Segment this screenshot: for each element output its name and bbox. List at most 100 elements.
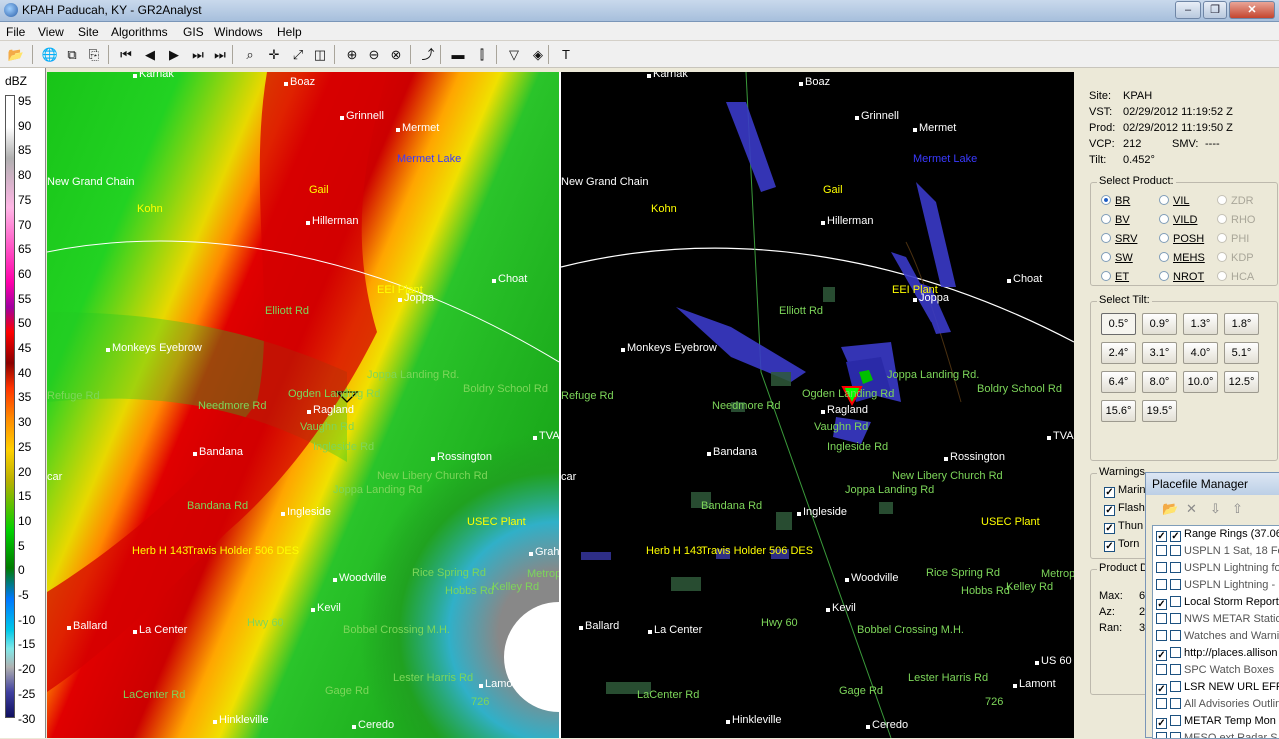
placefile-row[interactable]: ✓ METAR Temp Mon (1156, 715, 1276, 732)
placefile-row[interactable]: ✓ http://places.allison (1156, 647, 1278, 664)
product-radio-posh[interactable]: POSH (1159, 233, 1204, 245)
cross-section-icon[interactable]: ⤴ (418, 45, 438, 64)
placefile-visible-checkbox[interactable] (1170, 630, 1181, 641)
menu-file[interactable]: File (6, 25, 25, 39)
text-icon[interactable]: T (556, 45, 576, 64)
tilt-button[interactable]: 0.9° (1142, 313, 1177, 335)
placefile-visible-checkbox[interactable] (1170, 664, 1181, 675)
placefile-enable-checkbox[interactable]: ✓ (1156, 684, 1167, 695)
radio-circle[interactable] (1159, 195, 1169, 205)
pan-icon[interactable]: ✛ (264, 45, 284, 64)
zoom-icon[interactable]: ⌕ (240, 45, 260, 64)
product-radio-sw[interactable]: SW (1101, 252, 1133, 264)
product-radio-mehs[interactable]: MEHS (1159, 252, 1205, 264)
storm-motion-icon[interactable]: ▬ (448, 45, 468, 64)
placefile-row[interactable]: USPLN 1 Sat, 18 Fe (1156, 545, 1279, 562)
placefile-row[interactable]: ✓ ✓ Range Rings (37.06 (1156, 528, 1279, 545)
placefile-manager-window[interactable]: Placefile Manager 📂 ✕ ⇩ ⇧ ✓ ✓ Range Rings … (1145, 472, 1279, 739)
placefile-enable-checkbox[interactable] (1156, 579, 1167, 590)
globe-icon[interactable]: 🌐 (40, 45, 60, 64)
placefile-enable-checkbox[interactable]: ✓ (1156, 531, 1167, 542)
warning-checkbox-row[interactable]: ✓ Flash (1104, 502, 1145, 516)
remove-placefile-icon[interactable]: ✕ (1186, 501, 1197, 517)
placefile-row[interactable]: SPC Watch Boxes (1156, 664, 1274, 681)
placefile-enable-checkbox[interactable] (1156, 698, 1167, 709)
placefile-visible-checkbox[interactable] (1170, 613, 1181, 624)
placefile-enable-checkbox[interactable] (1156, 630, 1167, 641)
measure-icon[interactable]: ⤢ (288, 45, 308, 64)
radio-circle[interactable] (1101, 233, 1111, 243)
placefile-row[interactable]: ✓ LSR NEW URL EFF (1156, 681, 1279, 698)
next-frame-icon[interactable]: ⏭ (188, 45, 208, 64)
cube-icon[interactable]: ◫ (310, 45, 330, 64)
tilt-button[interactable]: 1.8° (1224, 313, 1259, 335)
radio-circle[interactable] (1101, 195, 1111, 205)
radio-circle[interactable] (1159, 214, 1169, 224)
tilt-button[interactable]: 15.6° (1101, 400, 1136, 422)
menu-site[interactable]: Site (78, 25, 99, 39)
placefile-row[interactable]: Watches and Warni (1156, 630, 1279, 647)
split-icon[interactable]: ⫿ (472, 45, 492, 64)
placefile-visible-checkbox[interactable] (1170, 698, 1181, 709)
placefile-visible-checkbox[interactable] (1170, 715, 1181, 726)
tilt-button[interactable]: 19.5° (1142, 400, 1177, 422)
last-frame-icon[interactable]: ⏭ (210, 45, 230, 64)
menu-help[interactable]: Help (277, 25, 302, 39)
tilt-button[interactable]: 12.5° (1224, 371, 1259, 393)
tilt-button[interactable]: 8.0° (1142, 371, 1177, 393)
placefile-enable-checkbox[interactable] (1156, 664, 1167, 675)
menu-algorithms[interactable]: Algorithms (111, 25, 168, 39)
product-radio-br[interactable]: BR (1101, 195, 1130, 207)
product-radio-et[interactable]: ET (1101, 271, 1129, 283)
checkbox[interactable]: ✓ (1104, 487, 1115, 498)
menu-gis[interactable]: GIS (183, 25, 204, 39)
radio-circle[interactable] (1159, 271, 1169, 281)
product-radio-srv[interactable]: SRV (1101, 233, 1137, 245)
minimize-button[interactable]: – (1175, 1, 1201, 19)
placefile-row[interactable]: USPLN Lightning fo (1156, 562, 1279, 579)
placefile-visible-checkbox[interactable] (1170, 562, 1181, 573)
placefile-visible-checkbox[interactable] (1170, 647, 1181, 658)
tilt-button[interactable]: 2.4° (1101, 342, 1136, 364)
placefile-enable-checkbox[interactable]: ✓ (1156, 650, 1167, 661)
placefile-enable-checkbox[interactable] (1156, 613, 1167, 624)
radio-circle[interactable] (1101, 252, 1111, 262)
radio-circle[interactable] (1159, 233, 1169, 243)
checkbox[interactable]: ✓ (1104, 541, 1115, 552)
product-radio-bv[interactable]: BV (1101, 214, 1130, 226)
tilt-button[interactable]: 1.3° (1183, 313, 1218, 335)
placefile-row[interactable]: ✓ Local Storm Reports (1156, 596, 1279, 613)
placefile-visible-checkbox[interactable] (1170, 545, 1181, 556)
first-frame-icon[interactable]: ⏮ (116, 45, 136, 64)
placefile-enable-checkbox[interactable] (1156, 545, 1167, 556)
placefile-enable-checkbox[interactable]: ✓ (1156, 718, 1167, 729)
checkbox[interactable]: ✓ (1104, 505, 1115, 516)
menu-view[interactable]: View (38, 25, 64, 39)
placefile-row[interactable]: USPLN Lightning - (1156, 579, 1275, 596)
tilt-button[interactable]: 3.1° (1142, 342, 1177, 364)
placefile-enable-checkbox[interactable]: ✓ (1156, 599, 1167, 610)
tilt-button[interactable]: 0.5° (1101, 313, 1136, 335)
placefile-visible-checkbox[interactable] (1170, 596, 1181, 607)
tilt-button[interactable]: 5.1° (1224, 342, 1259, 364)
placefile-visible-checkbox[interactable] (1170, 579, 1181, 590)
placefile-enable-checkbox[interactable] (1156, 562, 1167, 573)
move-down-icon[interactable]: ⇩ (1210, 501, 1221, 517)
copy-icon[interactable]: ⧉ (62, 45, 82, 64)
restore-button[interactable]: ❐ (1203, 1, 1227, 19)
previous-frame-icon[interactable]: ◀ (140, 45, 160, 64)
open-folder-icon[interactable]: 📂 (6, 45, 26, 64)
warning-checkbox-row[interactable]: ✓ Torn (1104, 538, 1139, 552)
product-radio-vild[interactable]: VILD (1159, 214, 1197, 226)
filter-icon[interactable]: ▽ (504, 45, 524, 64)
velocity-pane[interactable]: Karnak Boaz Grinnell Mermet New Grand Chain H… (561, 72, 1074, 738)
placefile-row[interactable]: All Advisories Outlin (1156, 698, 1279, 715)
placefile-visible-checkbox[interactable] (1170, 681, 1181, 692)
warning-checkbox-row[interactable]: ✓ Marin (1104, 484, 1146, 498)
play-icon[interactable]: ▶ (164, 45, 184, 64)
open-placefile-icon[interactable]: 📂 (1162, 501, 1178, 517)
placefile-row[interactable]: NWS METAR Statio (1156, 613, 1279, 630)
radio-circle[interactable] (1159, 252, 1169, 262)
export-icon[interactable]: ⎘ (84, 45, 104, 64)
zoom-in-icon[interactable]: ⊕ (342, 45, 362, 64)
